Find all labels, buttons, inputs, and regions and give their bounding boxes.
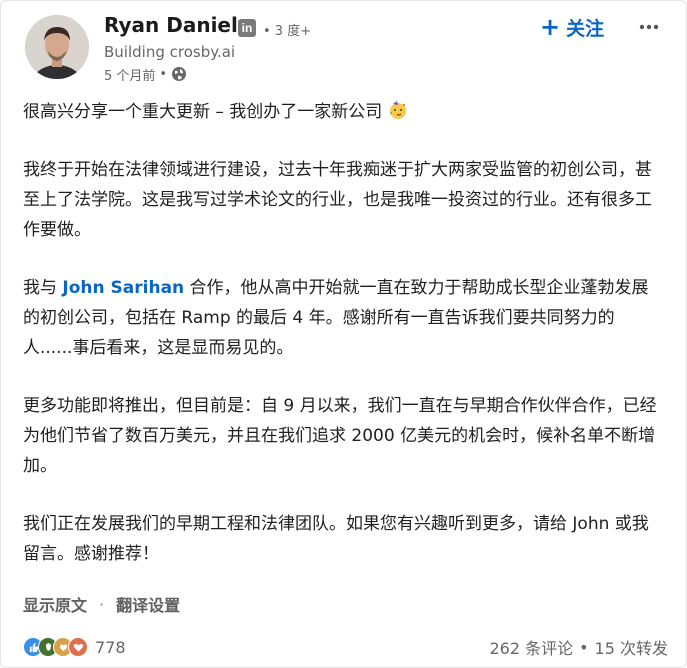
show-original-link[interactable]: 显示原文 [23, 592, 87, 616]
meta-separator: • [159, 66, 168, 82]
post-paragraph-3-before: 我与 [23, 278, 63, 298]
translation-settings-link[interactable]: 翻译设置 [116, 592, 180, 616]
engagement-counts: 262 条评论 • 15 次转发 [489, 635, 668, 659]
mention-link[interactable]: John Sarihan [62, 278, 184, 298]
post-paragraph-2: 我终于开始在法律领域进行建设，过去十年我痴迷于扩大两家受监管的初创公司，甚至上了… [23, 160, 652, 240]
post-time: 5 个月前 [104, 68, 156, 84]
post-body: 很高兴分享一个重大更新 – 我创办了一家新公司 我终于开始在法律领域进行建设，过… [23, 97, 663, 597]
follow-button[interactable]: + 关注 [540, 13, 604, 41]
post-paragraph-4: 更多功能即将推出，但目前是：自 9 月以来，我们一直在与早期合作伙伴合作，已经为… [23, 396, 657, 476]
post-meta: 5 个月前 • [104, 65, 187, 84]
reaction-icons [23, 637, 88, 657]
author-avatar[interactable] [25, 15, 89, 79]
reactions-count: 778 [95, 637, 126, 657]
follow-label: 关注 [566, 17, 605, 40]
author-name[interactable]: Ryan Daniels [104, 13, 250, 37]
love-icon [68, 637, 88, 657]
post-paragraph-3: 我与 John Sarihan 合作，他从高中开始就一直在致力于帮助成长型企业蓬… [23, 273, 663, 363]
reposts-count[interactable]: 15 次转发 [595, 635, 668, 659]
post-paragraph-5: 我们正在发展我们的早期工程和法律团队。如果您有兴趣听到更多，请给 John 或我… [23, 514, 649, 564]
post-card: Ryan Daniels in • 3 度+ Building crosby.a… [0, 0, 687, 668]
party-face-emoji-icon [388, 100, 408, 120]
ellipsis-icon [639, 24, 659, 30]
connection-degree: • 3 度+ [263, 24, 312, 39]
social-counts: 778 262 条评论 • 15 次转发 [23, 635, 668, 659]
post-paragraph-1-text: 很高兴分享一个重大更新 – 我创办了一家新公司 [23, 102, 383, 122]
author-headline: Building crosby.ai [104, 43, 236, 61]
reactions-summary[interactable]: 778 [23, 637, 126, 657]
author-photo [25, 15, 89, 79]
more-options-button[interactable] [635, 13, 663, 41]
counts-separator: • [579, 637, 589, 657]
comments-count[interactable]: 262 条评论 [489, 635, 573, 659]
linkedin-badge-icon: in [238, 19, 256, 37]
post-paragraph-1: 很高兴分享一个重大更新 – 我创办了一家新公司 [23, 97, 663, 127]
globe-icon [171, 66, 187, 82]
plus-icon: + [540, 13, 561, 41]
translation-controls: 显示原文 · 翻译设置 [23, 592, 180, 616]
translation-separator: · [99, 594, 105, 614]
